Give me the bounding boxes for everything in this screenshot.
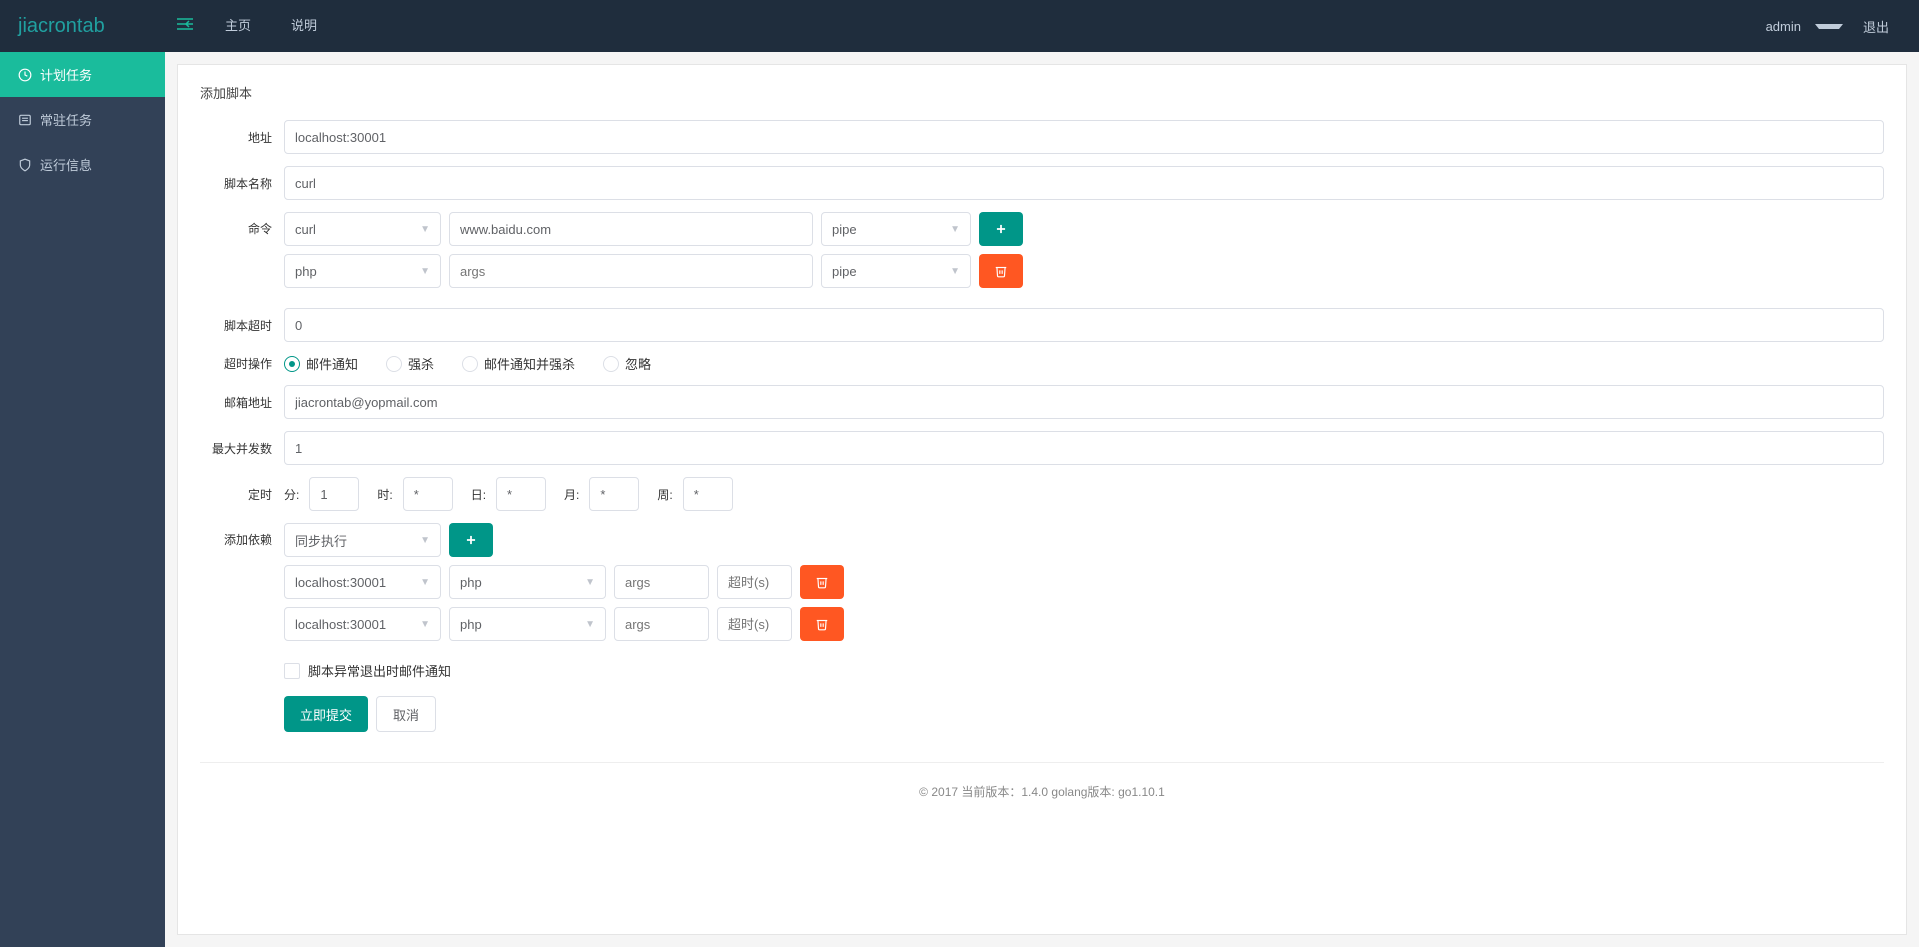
header-right: admin 退出 (1746, 17, 1919, 36)
cron-hour-label: 时: (377, 486, 392, 503)
cron-hour-input[interactable] (403, 477, 453, 511)
script-name-input[interactable] (284, 166, 1884, 200)
chevron-down-icon: ▼ (420, 266, 430, 277)
trash-icon (994, 264, 1008, 278)
sidebar-toggle-icon[interactable] (165, 17, 205, 36)
command-pipe-select[interactable]: pipe▼ (821, 212, 971, 246)
nav-home[interactable]: 主页 (205, 0, 271, 52)
sidebar-item-scheduled[interactable]: 计划任务 (0, 52, 165, 97)
cron-day-input[interactable] (496, 477, 546, 511)
radio-mail-kill[interactable]: 邮件通知并强杀 (462, 354, 575, 373)
cron-week-label: 周: (657, 486, 672, 503)
submit-button[interactable]: 立即提交 (284, 696, 368, 732)
dep-runner-select[interactable]: php▼ (449, 607, 606, 641)
plus-icon (994, 222, 1008, 236)
timeout-input[interactable] (284, 308, 1884, 342)
label-timeout: 脚本超时 (200, 317, 284, 334)
shield-icon (18, 158, 32, 172)
sidebar: 计划任务 常驻任务 运行信息 (0, 52, 165, 947)
radio-kill[interactable]: 强杀 (386, 354, 434, 373)
radio-ignore[interactable]: 忽略 (603, 354, 651, 373)
chevron-down-icon: ▼ (585, 577, 595, 588)
main-panel: 添加脚本 地址 脚本名称 命令 curl▼ pipe▼ (177, 64, 1907, 935)
cron-week-input[interactable] (683, 477, 733, 511)
chevron-down-icon: ▼ (585, 619, 595, 630)
logo[interactable]: jiacrontab (0, 15, 165, 38)
cron-month-label: 月: (564, 486, 579, 503)
chevron-down-icon: ▼ (950, 266, 960, 277)
nav-about[interactable]: 说明 (271, 0, 337, 52)
dep-addr-select[interactable]: localhost:30001▼ (284, 607, 441, 641)
logout-link[interactable]: 退出 (1853, 17, 1899, 36)
chevron-down-icon: ▼ (420, 224, 430, 235)
address-input[interactable] (284, 120, 1884, 154)
cron-day-label: 日: (471, 486, 486, 503)
command-pipe-select[interactable]: pipe▼ (821, 254, 971, 288)
notify-on-error-checkbox[interactable]: 脚本异常退出时邮件通知 (284, 661, 451, 680)
header: jiacrontab 主页 说明 admin 退出 (0, 0, 1919, 52)
sidebar-item-label: 计划任务 (40, 65, 92, 84)
list-icon (18, 113, 32, 127)
trash-icon (815, 575, 829, 589)
command-args-input[interactable] (449, 254, 813, 288)
chevron-down-icon: ▼ (420, 577, 430, 588)
clock-icon (18, 68, 32, 82)
cancel-button[interactable]: 取消 (376, 696, 436, 732)
label-email: 邮箱地址 (200, 394, 284, 411)
radio-mail-notify[interactable]: 邮件通知 (284, 354, 358, 373)
add-command-button[interactable] (979, 212, 1023, 246)
user-menu[interactable]: admin (1746, 19, 1853, 34)
delete-command-button[interactable] (979, 254, 1023, 288)
label-max-concurrent: 最大并发数 (200, 440, 284, 457)
caret-down-icon (1815, 24, 1843, 29)
dep-timeout-input[interactable] (717, 565, 792, 599)
dep-args-input[interactable] (614, 607, 709, 641)
cron-month-input[interactable] (589, 477, 639, 511)
chevron-down-icon: ▼ (420, 535, 430, 546)
command-args-input[interactable] (449, 212, 813, 246)
delete-dependency-button[interactable] (800, 607, 844, 641)
label-script-name: 脚本名称 (200, 175, 284, 192)
sidebar-item-resident[interactable]: 常驻任务 (0, 97, 165, 142)
footer: © 2017 当前版本：1.4.0 golang版本: go1.10.1 (200, 762, 1884, 820)
command-runner-select[interactable]: curl▼ (284, 212, 441, 246)
cron-min-label: 分: (284, 486, 299, 503)
add-dependency-button[interactable] (449, 523, 493, 557)
sidebar-item-label: 常驻任务 (40, 110, 92, 129)
email-input[interactable] (284, 385, 1884, 419)
trash-icon (815, 617, 829, 631)
max-concurrent-input[interactable] (284, 431, 1884, 465)
dep-addr-select[interactable]: localhost:30001▼ (284, 565, 441, 599)
label-timeout-action: 超时操作 (200, 355, 284, 372)
command-runner-select[interactable]: php▼ (284, 254, 441, 288)
dep-runner-select[interactable]: php▼ (449, 565, 606, 599)
label-address: 地址 (200, 129, 284, 146)
dep-timeout-input[interactable] (717, 607, 792, 641)
sidebar-item-runtime[interactable]: 运行信息 (0, 142, 165, 187)
panel-title: 添加脚本 (200, 83, 1884, 102)
label-command: 命令 (200, 212, 284, 237)
label-cron: 定时 (200, 486, 284, 503)
sidebar-item-label: 运行信息 (40, 155, 92, 174)
label-dependency: 添加依赖 (200, 523, 284, 548)
chevron-down-icon: ▼ (950, 224, 960, 235)
nav-links: 主页 说明 (205, 0, 337, 52)
chevron-down-icon: ▼ (420, 619, 430, 630)
cron-min-input[interactable] (309, 477, 359, 511)
delete-dependency-button[interactable] (800, 565, 844, 599)
dependency-mode-select[interactable]: 同步执行▼ (284, 523, 441, 557)
dep-args-input[interactable] (614, 565, 709, 599)
plus-icon (464, 533, 478, 547)
